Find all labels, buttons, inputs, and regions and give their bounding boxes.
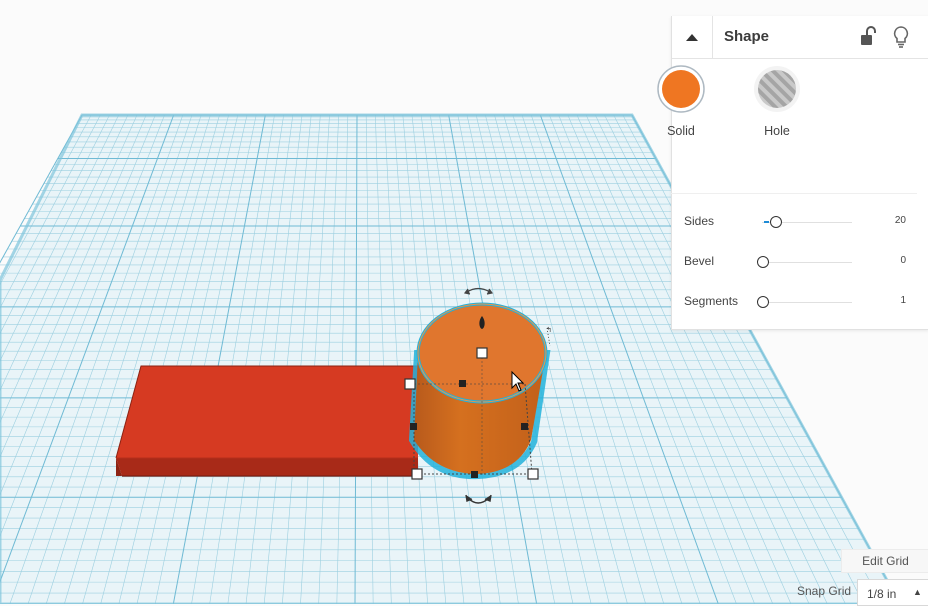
- collapse-button[interactable]: [672, 16, 713, 58]
- solid-swatch[interactable]: [657, 65, 705, 113]
- lock-button[interactable]: [858, 26, 878, 48]
- unlock-icon: [861, 26, 876, 45]
- solid-label: Solid: [667, 124, 695, 138]
- corner-handle: [404, 378, 416, 390]
- light-button[interactable]: [891, 24, 911, 50]
- sides-label: Sides: [684, 214, 715, 228]
- panel-title: Shape: [724, 28, 770, 45]
- bevel-property: Bevel 0: [684, 252, 914, 272]
- bevel-label: Bevel: [684, 254, 715, 268]
- caret-up-icon: [686, 34, 698, 41]
- svg-text:↰: ↰: [546, 326, 552, 334]
- side-handle: [471, 471, 478, 478]
- segments-value[interactable]: 1: [900, 295, 906, 306]
- bevel-slider-track[interactable]: [762, 262, 852, 263]
- snap-grid-select[interactable]: 1/8 in ▲: [857, 579, 928, 606]
- segments-property: Segments 1: [684, 292, 914, 312]
- solid-option[interactable]: Solid: [641, 65, 721, 138]
- segments-slider-track[interactable]: [762, 302, 852, 303]
- inspector-header: Shape: [672, 16, 928, 59]
- side-handle: [521, 423, 528, 430]
- hole-option[interactable]: Hole: [737, 66, 817, 138]
- side-handle: [459, 380, 466, 387]
- hole-label: Hole: [764, 124, 790, 138]
- sides-slider-knob[interactable]: [770, 216, 782, 228]
- sides-value[interactable]: 20: [895, 215, 906, 226]
- cylinder-shape[interactable]: [408, 302, 551, 480]
- lightbulb-icon: [893, 26, 909, 48]
- corner-handle: [527, 468, 539, 480]
- caret-up-icon: ▲: [913, 587, 922, 597]
- height-handle: [476, 347, 488, 359]
- box-shape[interactable]: [115, 365, 418, 477]
- edit-grid-button[interactable]: Edit Grid: [841, 549, 928, 573]
- sides-property: Sides 20: [684, 212, 914, 232]
- bevel-value[interactable]: 0: [900, 255, 906, 266]
- snap-grid-value: 1/8 in: [867, 587, 897, 601]
- side-handle: [410, 423, 417, 430]
- hole-swatch[interactable]: [754, 66, 800, 112]
- corner-handle: [411, 468, 423, 480]
- segments-label: Segments: [684, 294, 739, 308]
- bevel-slider-knob[interactable]: [757, 256, 769, 268]
- snap-grid-label: Snap Grid: [797, 584, 852, 598]
- segments-slider-knob[interactable]: [757, 296, 769, 308]
